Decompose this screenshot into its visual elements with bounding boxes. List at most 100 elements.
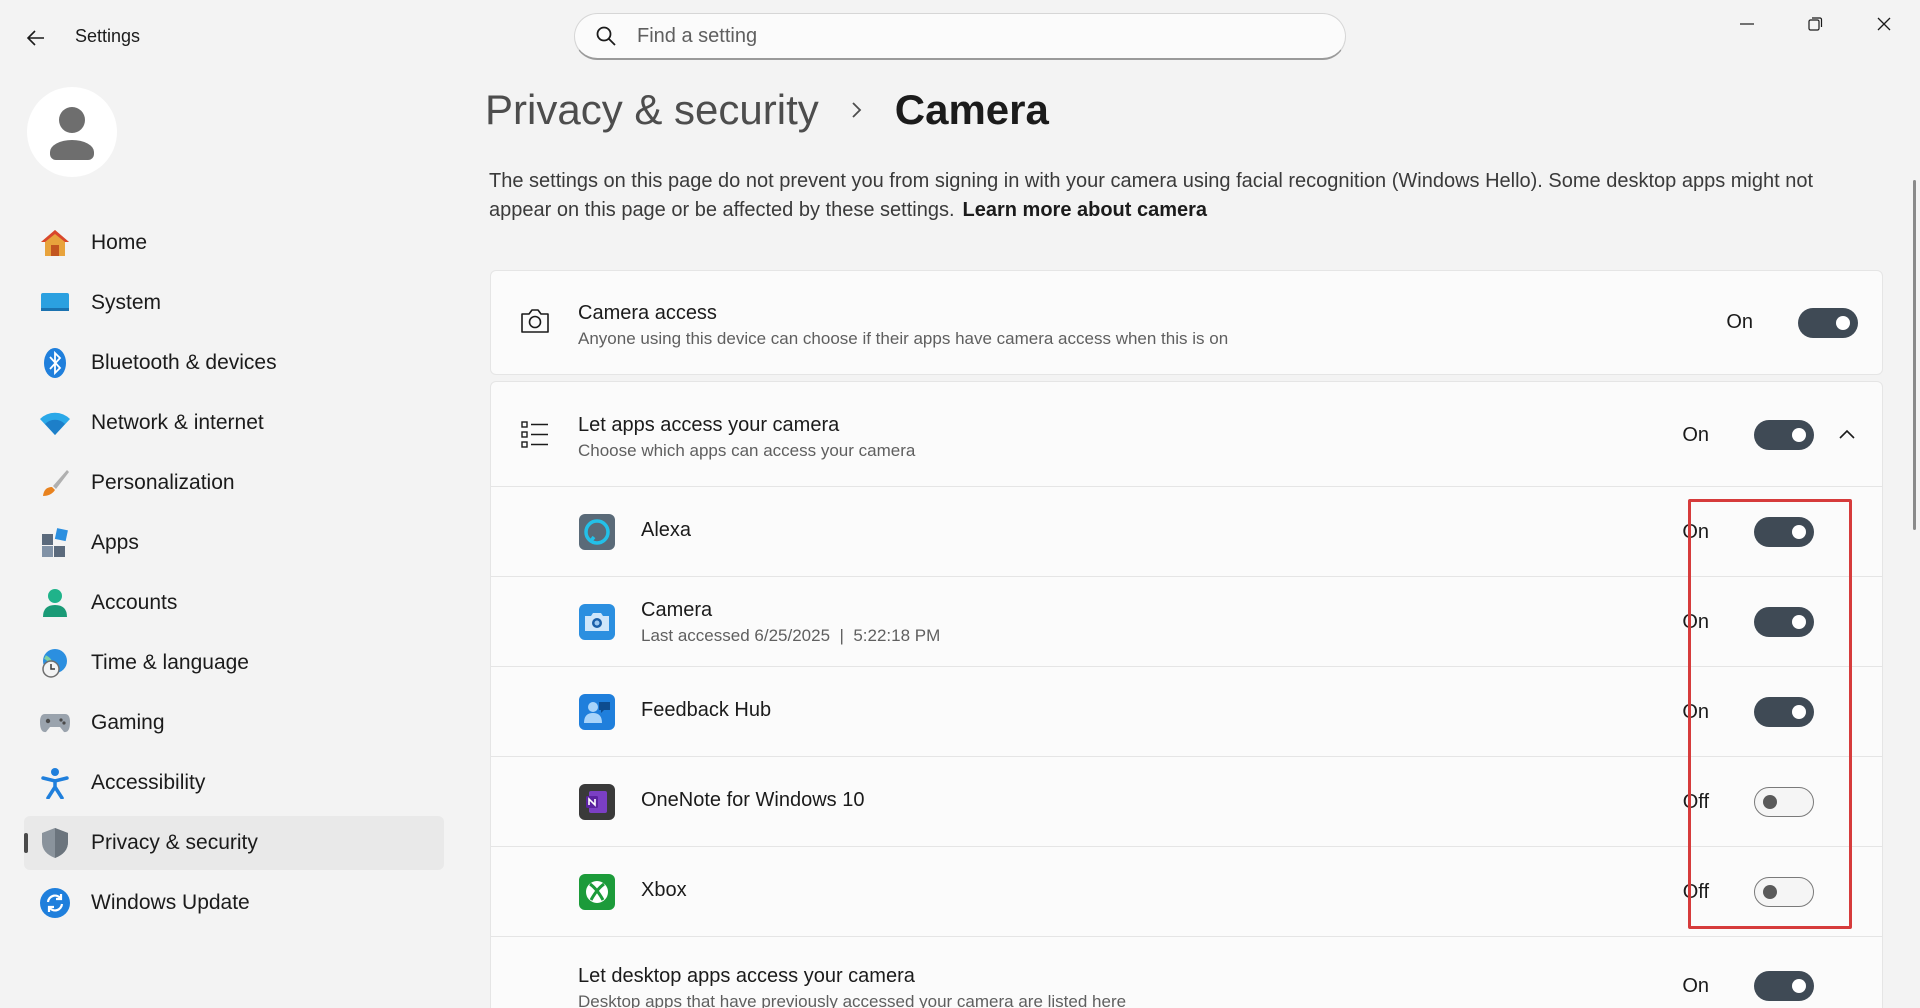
desktop-apps-row: Let desktop apps access your camera Desk…	[491, 936, 1882, 1008]
monitor-icon	[38, 286, 72, 320]
app-row-onenote: OneNote for Windows 10 Off	[491, 756, 1882, 846]
apps-access-title: Let apps access your camera	[578, 414, 840, 436]
sidebar-item-accessibility[interactable]: Accessibility	[24, 756, 444, 810]
app-title: Settings	[75, 26, 141, 46]
sidebar-item-network[interactable]: Network & internet	[24, 396, 444, 450]
feedback-hub-toggle[interactable]	[1754, 697, 1814, 727]
sidebar-item-apps[interactable]: Apps	[24, 516, 444, 570]
camera-access-state: On	[1726, 311, 1753, 333]
sidebar-item-privacy-security[interactable]: Privacy & security	[24, 816, 444, 870]
camera-app-toggle[interactable]	[1754, 607, 1814, 637]
sidebar-item-accounts[interactable]: Accounts	[24, 576, 444, 630]
app-text: OneNote for Windows 10	[641, 789, 864, 812]
list-icon	[519, 418, 551, 450]
sidebar-item-label: System	[91, 291, 162, 314]
breadcrumb-parent[interactable]: Privacy & security	[485, 86, 819, 134]
sidebar-item-personalization[interactable]: Personalization	[24, 456, 444, 510]
apps-access-card: Let apps access your camera Choose which…	[490, 381, 1883, 1008]
sidebar-item-label: Home	[91, 231, 148, 254]
restore-button[interactable]	[1785, 6, 1845, 42]
app-name: OneNote for Windows 10	[641, 789, 865, 811]
sidebar-item-label: Accessibility	[91, 771, 206, 794]
apps-icon	[38, 526, 72, 560]
close-icon	[1877, 17, 1891, 31]
sidebar-item-label: Network & internet	[91, 411, 264, 434]
restore-icon	[1808, 17, 1823, 31]
app-state: Off	[1682, 881, 1709, 903]
collapse-button[interactable]	[1829, 417, 1865, 453]
onenote-toggle[interactable]	[1754, 787, 1814, 817]
bluetooth-icon	[38, 346, 72, 380]
avatar[interactable]	[27, 87, 117, 177]
sidebar-item-label: Gaming	[91, 711, 165, 734]
alexa-toggle[interactable]	[1754, 517, 1814, 547]
search-box[interactable]	[574, 13, 1346, 60]
apps-access-toggle[interactable]	[1754, 420, 1814, 450]
toggle-knob	[1792, 705, 1806, 719]
apps-access-text: Let apps access your camera Choose which…	[578, 414, 915, 461]
app-state: On	[1682, 701, 1709, 723]
app-row-xbox: Xbox Off	[491, 846, 1882, 936]
toggle-knob	[1763, 885, 1777, 899]
title-bar: Settings	[0, 0, 1920, 74]
sidebar-item-windows-update[interactable]: Windows Update	[24, 876, 444, 930]
sidebar-item-label: Apps	[91, 531, 139, 554]
xbox-icon	[579, 874, 615, 910]
camera-access-text: Camera access Anyone using this device c…	[578, 302, 1228, 349]
desktop-apps-subtitle: Desktop apps that have previously access…	[578, 992, 1127, 1008]
toggle-knob	[1792, 428, 1806, 442]
search-icon	[596, 26, 616, 46]
sidebar-item-label: Bluetooth & devices	[91, 351, 277, 374]
toggle-knob	[1792, 525, 1806, 539]
alexa-app-icon	[579, 514, 615, 550]
camera-access-card: Camera access Anyone using this device c…	[490, 270, 1883, 375]
app-name: Xbox	[641, 879, 687, 901]
chevron-right-icon	[852, 102, 862, 118]
desktop-apps-toggle[interactable]	[1754, 971, 1814, 1001]
active-indicator	[24, 833, 28, 853]
app-name: Feedback Hub	[641, 699, 772, 721]
sidebar-item-gaming[interactable]: Gaming	[24, 696, 444, 750]
toggle-knob	[1792, 615, 1806, 629]
scrollbar[interactable]	[1913, 180, 1916, 530]
app-state: On	[1682, 611, 1709, 633]
xbox-toggle[interactable]	[1754, 877, 1814, 907]
close-button[interactable]	[1854, 6, 1914, 42]
app-name: Alexa	[641, 519, 692, 541]
accessibility-icon	[38, 766, 72, 800]
sidebar-item-bluetooth[interactable]: Bluetooth & devices	[24, 336, 444, 390]
apps-access-row[interactable]: Let apps access your camera Choose which…	[491, 382, 1882, 486]
app-text: Feedback Hub	[641, 699, 771, 722]
search-input[interactable]	[637, 24, 1317, 48]
learn-more-link[interactable]: Learn more about camera	[963, 199, 1208, 221]
sidebar-item-home[interactable]: Home	[24, 216, 444, 270]
user-icon	[50, 107, 94, 160]
back-button[interactable]	[18, 20, 54, 56]
gamepad-icon	[38, 706, 72, 740]
page-description: The settings on this page do not prevent…	[489, 167, 1859, 225]
back-arrow-icon	[26, 30, 44, 46]
sidebar-item-label: Accounts	[91, 591, 178, 614]
desktop-apps-title: Let desktop apps access your camera	[578, 965, 915, 987]
globe-clock-icon	[38, 646, 72, 680]
camera-app-icon	[579, 604, 615, 640]
camera-access-row: Camera access Anyone using this device c…	[491, 271, 1882, 374]
sidebar-item-system[interactable]: System	[24, 276, 444, 330]
camera-access-toggle[interactable]	[1798, 308, 1858, 338]
apps-access-state: On	[1682, 424, 1709, 446]
sidebar-nav: Home System Bluetooth & devices Network …	[24, 216, 444, 936]
app-name: Camera	[641, 599, 713, 621]
person-icon	[38, 586, 72, 620]
sidebar-item-time-language[interactable]: Time & language	[24, 636, 444, 690]
onenote-icon	[579, 784, 615, 820]
app-text: Camera Last accessed 6/25/2025 | 5:22:18…	[641, 599, 940, 646]
sidebar-item-label: Windows Update	[91, 891, 250, 914]
home-icon	[38, 226, 72, 260]
minimize-button[interactable]	[1717, 6, 1777, 42]
breadcrumb: Privacy & security Camera	[485, 86, 1049, 134]
chevron-up-icon	[1839, 429, 1855, 439]
toggle-knob	[1836, 316, 1850, 330]
app-row-feedback-hub: Feedback Hub On	[491, 666, 1882, 756]
desktop-apps-text: Let desktop apps access your camera Desk…	[578, 965, 1126, 1008]
app-state: Off	[1682, 791, 1709, 813]
